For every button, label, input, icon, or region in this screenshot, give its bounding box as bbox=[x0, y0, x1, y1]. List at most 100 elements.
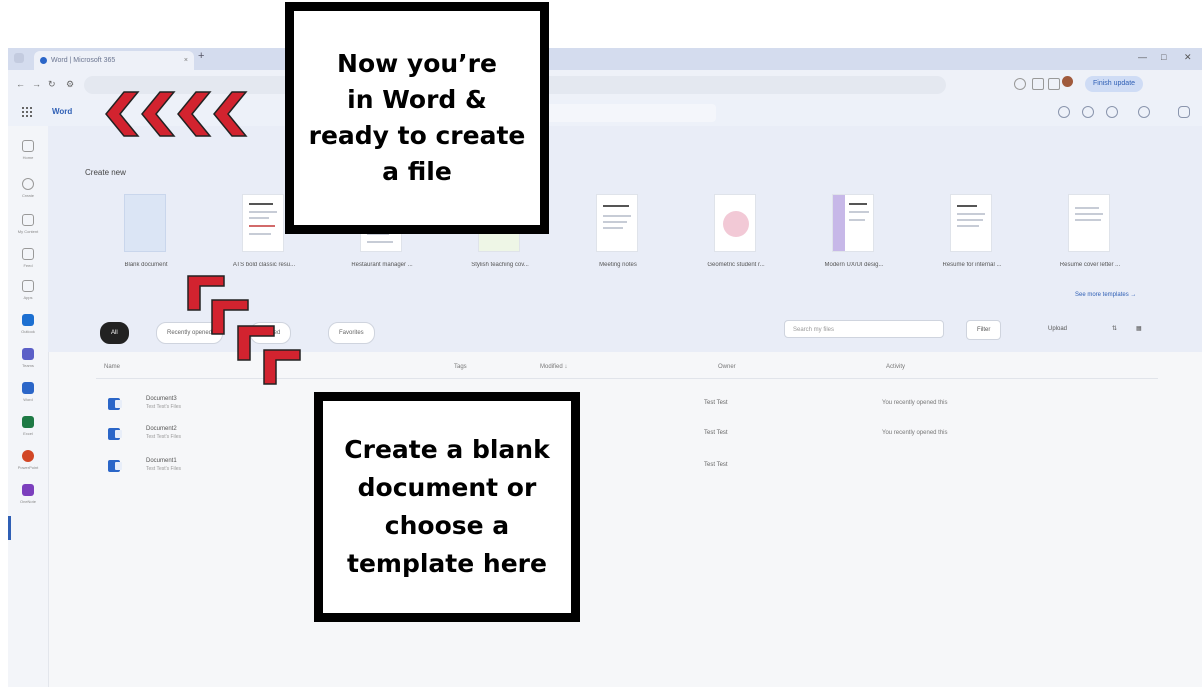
update-button[interactable]: Finish update bbox=[1085, 76, 1144, 92]
rail-item-outlook[interactable]: Outlook bbox=[14, 312, 42, 340]
home-icon bbox=[22, 140, 34, 152]
file-activity: You recently opened this bbox=[882, 400, 948, 406]
sort-icon[interactable]: ⇅ bbox=[1112, 320, 1117, 338]
filter-favorites[interactable]: Favorites bbox=[328, 322, 375, 344]
rail-item-teams[interactable]: Teams bbox=[14, 346, 42, 374]
callout-line: a file bbox=[382, 157, 452, 186]
close-tab-icon[interactable]: × bbox=[184, 51, 188, 70]
rail-label: Home bbox=[22, 155, 34, 160]
account-avatar[interactable] bbox=[1178, 106, 1190, 118]
back-icon[interactable]: ← bbox=[16, 79, 25, 89]
share-icon[interactable] bbox=[1106, 106, 1118, 118]
rail-label: Create bbox=[21, 193, 34, 198]
reload-icon[interactable]: ↻ bbox=[48, 79, 56, 90]
template-thumbnail bbox=[242, 194, 284, 252]
template-thumbnail bbox=[596, 194, 638, 252]
column-modified[interactable]: Modified ↓ bbox=[540, 364, 567, 370]
folder-icon bbox=[22, 214, 34, 226]
table-row[interactable]: Document2 Test Test's Files Test Test Yo… bbox=[96, 420, 1158, 450]
template-caption: ATS bold classic resu... bbox=[232, 262, 296, 268]
callout-line: Create a blank bbox=[344, 435, 550, 464]
chevron-left-icon bbox=[213, 91, 248, 137]
template-thumbnail bbox=[950, 194, 992, 252]
feed-icon bbox=[22, 248, 34, 260]
rail-item-powerpoint[interactable]: PowerPoint bbox=[14, 448, 42, 476]
rail-label: Excel bbox=[23, 431, 33, 436]
template-thumbnail bbox=[714, 194, 756, 252]
extensions-icon[interactable] bbox=[1032, 78, 1044, 90]
file-location: Test Test's Files bbox=[146, 434, 182, 440]
app-launcher-icon[interactable] bbox=[22, 107, 32, 117]
template-caption: Modern UX/UI desig... bbox=[824, 262, 884, 268]
template-caption: Resume for internal ... bbox=[942, 262, 1002, 268]
file-owner: Test Test bbox=[704, 430, 728, 436]
settings-icon[interactable] bbox=[1058, 106, 1070, 118]
left-rail: Home Create My Content Feed Apps Outlook… bbox=[8, 126, 49, 687]
column-name[interactable]: Name bbox=[104, 364, 120, 370]
rail-label: Teams bbox=[22, 363, 34, 368]
outlook-icon bbox=[22, 314, 34, 326]
star-icon[interactable] bbox=[1014, 78, 1026, 90]
rail-item-apps[interactable]: Apps bbox=[14, 278, 42, 306]
template-blank-document[interactable]: Blank document bbox=[92, 190, 200, 276]
rail-item-my-content[interactable]: My Content bbox=[14, 212, 42, 240]
template-geometric-student[interactable]: Geometric student r... bbox=[682, 190, 790, 276]
rail-item-excel[interactable]: Excel bbox=[14, 414, 42, 442]
excel-icon bbox=[22, 416, 34, 428]
tab-list-icon[interactable] bbox=[14, 53, 24, 63]
column-owner[interactable]: Owner bbox=[718, 364, 736, 370]
rail-item-word[interactable]: Word bbox=[14, 380, 42, 408]
rail-label: My Content bbox=[17, 229, 39, 234]
left-chevrons-annotation bbox=[105, 91, 248, 137]
callout-create-blank: Create a blank document or choose a temp… bbox=[314, 392, 580, 622]
profile-avatar[interactable] bbox=[1062, 76, 1073, 87]
callout-line: template here bbox=[347, 549, 547, 578]
template-cover-letter[interactable]: Resume cover letter ... bbox=[1036, 190, 1144, 276]
upload-button[interactable]: Upload bbox=[1048, 320, 1067, 338]
sidebar-icon[interactable] bbox=[1048, 78, 1060, 90]
column-activity[interactable]: Activity bbox=[886, 364, 905, 370]
filter-all[interactable]: All bbox=[100, 322, 129, 344]
bell-icon[interactable] bbox=[1138, 106, 1150, 118]
rail-item-home[interactable]: Home bbox=[14, 138, 42, 166]
file-name[interactable]: Document2 bbox=[146, 426, 177, 432]
browser-tab[interactable]: Word | Microsoft 365 × bbox=[34, 51, 194, 70]
word-favicon-icon bbox=[40, 57, 47, 64]
chevron-left-icon bbox=[105, 91, 140, 137]
template-internal-resume[interactable]: Resume for internal ... bbox=[918, 190, 1026, 276]
rail-active-indicator bbox=[8, 516, 11, 540]
template-caption: Resume cover letter ... bbox=[1059, 262, 1121, 268]
create-new-heading: Create new bbox=[85, 168, 126, 177]
site-info-icon[interactable]: ⚙ bbox=[66, 79, 74, 90]
filter-button[interactable]: Filter bbox=[966, 320, 1002, 340]
rail-item-onenote[interactable]: OneNote bbox=[14, 482, 42, 510]
column-tags[interactable]: Tags bbox=[454, 364, 467, 370]
rail-item-create[interactable]: Create bbox=[14, 176, 42, 204]
rail-item-feed[interactable]: Feed bbox=[14, 246, 42, 274]
app-name[interactable]: Word bbox=[52, 107, 72, 116]
rail-label: OneNote bbox=[19, 499, 36, 504]
help-icon[interactable] bbox=[1082, 106, 1094, 118]
file-name[interactable]: Document3 bbox=[146, 396, 177, 402]
template-meeting-notes[interactable]: Meeting notes bbox=[564, 190, 672, 276]
close-window-icon[interactable]: ✕ bbox=[1184, 52, 1192, 63]
forward-icon[interactable]: → bbox=[32, 79, 41, 89]
diagonal-chevrons-annotation bbox=[187, 275, 301, 385]
table-row[interactable]: Document1 Test Test's Files Test Test bbox=[96, 452, 1158, 482]
new-tab-button[interactable]: + bbox=[198, 50, 204, 62]
template-ux-ui-designer[interactable]: Modern UX/UI desig... bbox=[800, 190, 908, 276]
search-my-files-input[interactable]: Search my files bbox=[784, 320, 944, 338]
see-more-templates-link[interactable]: See more templates → bbox=[1075, 292, 1136, 298]
view-toggle-icon[interactable]: ▦ bbox=[1136, 320, 1142, 338]
maximize-icon[interactable]: □ bbox=[1161, 52, 1166, 62]
file-name[interactable]: Document1 bbox=[146, 458, 177, 464]
table-row[interactable]: Document3 Test Test's Files Test Test Yo… bbox=[96, 390, 1158, 420]
rail-label: Feed bbox=[23, 263, 33, 268]
file-owner: Test Test bbox=[704, 400, 728, 406]
template-caption: Restaurant manager ... bbox=[351, 262, 413, 268]
word-file-icon bbox=[108, 428, 122, 440]
word-file-icon bbox=[108, 460, 122, 472]
template-thumbnail bbox=[832, 194, 874, 252]
minimize-icon[interactable]: — bbox=[1138, 52, 1147, 62]
tab-bar: Word | Microsoft 365 × + — □ ✕ bbox=[8, 48, 1202, 70]
